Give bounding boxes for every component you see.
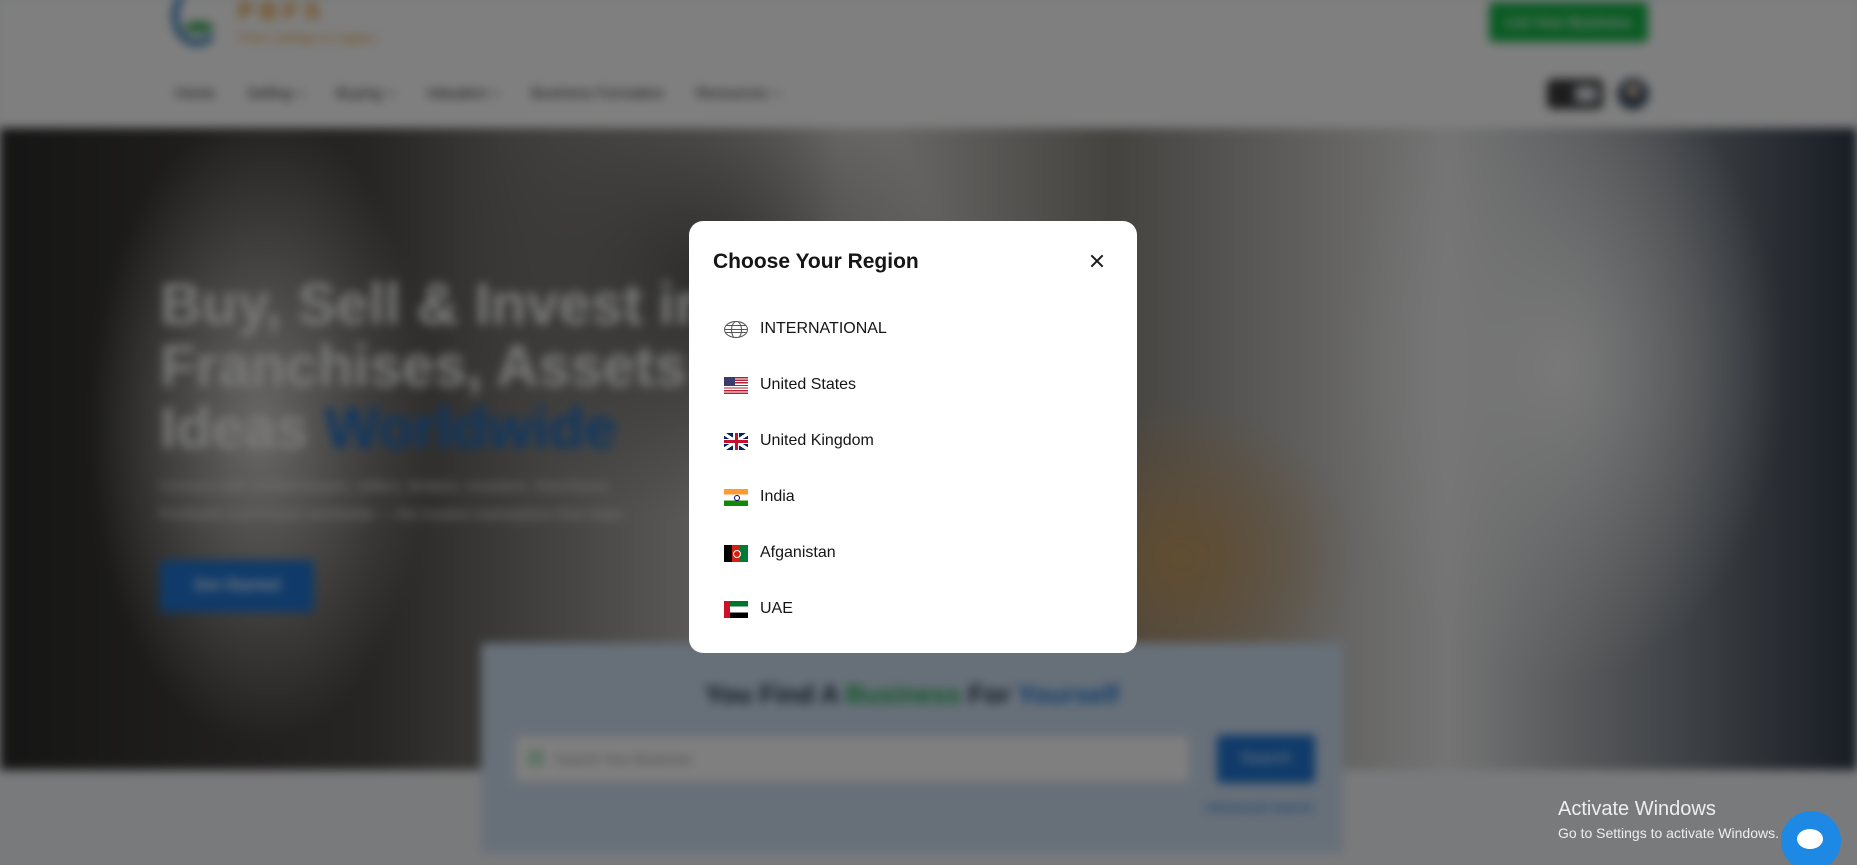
chat-bubble-button[interactable] xyxy=(1781,811,1841,865)
region-item-united-states[interactable]: United States xyxy=(713,357,1113,413)
region-label: United States xyxy=(760,376,857,393)
region-label: Afganistan xyxy=(760,544,836,561)
region-label: INTERNATIONAL xyxy=(760,320,887,337)
region-label: UAE xyxy=(760,600,793,617)
afghanistan-flag-icon xyxy=(724,544,748,562)
region-modal: Choose Your Region INTERNATIONAL United … xyxy=(689,221,1137,653)
activate-windows-title: Activate Windows xyxy=(1558,798,1716,820)
india-flag-icon xyxy=(724,488,748,506)
uae-flag-icon xyxy=(724,600,748,618)
uk-flag-icon xyxy=(724,432,748,450)
region-item-uae[interactable]: UAE xyxy=(713,581,1113,637)
activate-windows-subtitle: Go to Settings to activate Windows. xyxy=(1558,825,1779,841)
us-flag-icon xyxy=(724,376,748,394)
globe-icon xyxy=(724,320,748,338)
windows-activation-watermark: Activate Windows Go to Settings to activ… xyxy=(1558,798,1779,841)
region-item-united-kingdom[interactable]: United Kingdom xyxy=(713,413,1113,469)
region-label: India xyxy=(760,488,795,505)
region-item-afganistan[interactable]: Afganistan xyxy=(713,525,1113,581)
region-list: INTERNATIONAL United States United Kingd… xyxy=(713,301,1113,637)
region-item-india[interactable]: India xyxy=(713,469,1113,525)
close-icon[interactable] xyxy=(1081,245,1113,277)
region-item-international[interactable]: INTERNATIONAL xyxy=(713,301,1113,357)
region-label: United Kingdom xyxy=(760,432,874,449)
modal-title: Choose Your Region xyxy=(713,250,919,273)
